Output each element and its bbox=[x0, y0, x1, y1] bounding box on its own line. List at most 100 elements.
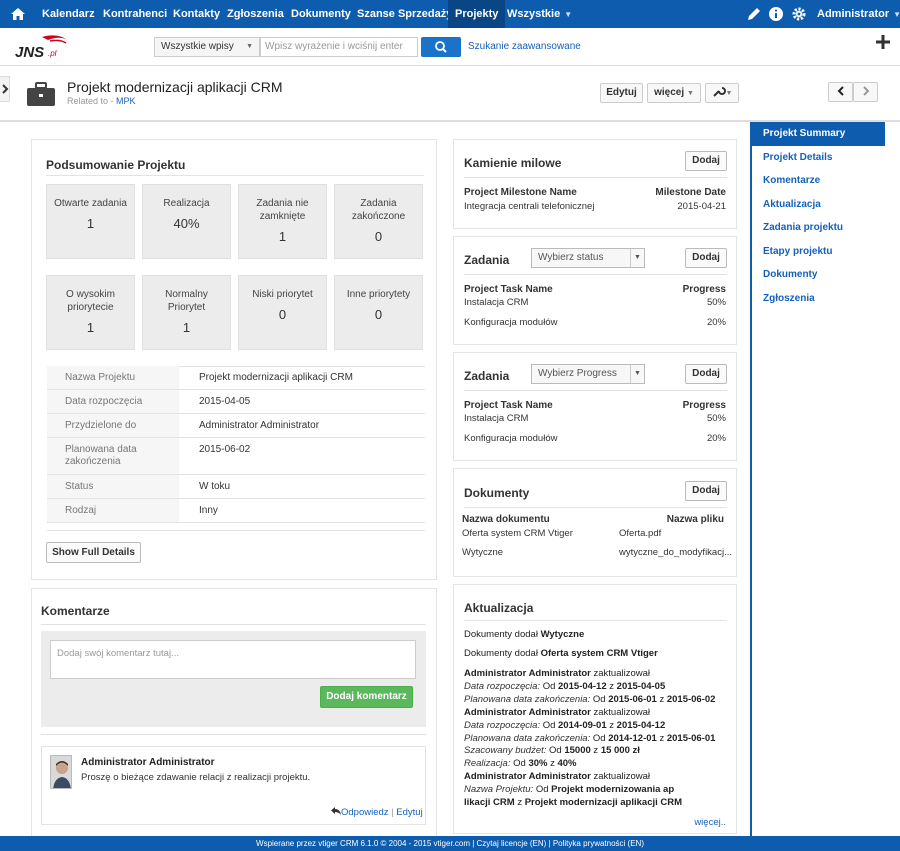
gear-icon[interactable] bbox=[791, 6, 807, 22]
update-user: Administrator Administrator bbox=[464, 771, 591, 782]
word-from: Od bbox=[535, 783, 549, 795]
user-avatar-icon bbox=[53, 761, 71, 788]
update-field: Data rozpoczęcia bbox=[464, 719, 538, 731]
tile-label: Zadania zakończone bbox=[351, 198, 406, 222]
advanced-search-link[interactable]: Szukanie zaawansowane bbox=[468, 41, 581, 52]
nav-szanse[interactable]: Szanse Sprzedaży bbox=[357, 0, 452, 28]
chevron-down-icon: ▼ bbox=[246, 43, 253, 50]
reply-link[interactable]: Odpowiedz bbox=[341, 807, 389, 818]
add-task-button[interactable]: Dodaj bbox=[685, 364, 727, 384]
wrench-icon bbox=[712, 87, 726, 98]
document-link[interactable]: Oferta system CRM Vtiger bbox=[462, 528, 573, 539]
add-milestone-button[interactable]: Dodaj bbox=[685, 151, 727, 171]
detail-label: Status bbox=[47, 475, 179, 498]
update-user: Administrator Administrator bbox=[464, 707, 591, 718]
home-icon[interactable] bbox=[10, 6, 26, 22]
footer: Wspierane przez vtiger CRM 6.1.0 © 2004 … bbox=[0, 836, 900, 851]
edit-comment-link[interactable]: Edytuj bbox=[396, 807, 422, 818]
detail-row: Rodzaj Inny bbox=[47, 499, 425, 523]
tile-realization: Realizacja 40% bbox=[142, 184, 231, 259]
edit-button[interactable]: Edytuj bbox=[600, 83, 643, 103]
prev-record-button[interactable] bbox=[828, 82, 853, 102]
more-updates-link[interactable]: więcej.. bbox=[694, 817, 726, 828]
sidebar-item-tasks[interactable]: Zadania projektu bbox=[752, 216, 900, 240]
add-task-button[interactable]: Dodaj bbox=[685, 248, 727, 268]
update-entry: Dokumenty dodał Oferta system CRM Vtiger bbox=[464, 648, 658, 661]
related-to: Related to - MPK bbox=[67, 96, 136, 106]
tile-unclosed-tasks: Zadania nie zamknięte 1 bbox=[238, 184, 327, 259]
search-button[interactable] bbox=[421, 37, 461, 57]
divider bbox=[464, 390, 727, 391]
info-icon[interactable] bbox=[768, 6, 784, 22]
add-document-button[interactable]: Dodaj bbox=[685, 481, 727, 501]
task-progress-header: Progress bbox=[682, 400, 726, 411]
updates-widget: Aktualizacja Dokumenty dodał Wytyczne Do… bbox=[453, 584, 737, 834]
detail-value: W toku bbox=[199, 481, 231, 492]
chevron-down-icon: ▼ bbox=[564, 10, 573, 19]
task-link[interactable]: Konfiguracja modułów bbox=[464, 433, 557, 444]
search-scope-select[interactable]: Wszystkie wpisy ▼ bbox=[154, 37, 260, 57]
document-link[interactable]: Wytyczne bbox=[462, 547, 503, 558]
sidebar-item-details[interactable]: Projekt Details bbox=[752, 146, 900, 170]
nav-zgloszenia[interactable]: Zgłoszenia bbox=[227, 0, 284, 28]
update-action: zaktualizował bbox=[590, 771, 650, 782]
nav-kontrahenci[interactable]: Kontrahenci bbox=[103, 0, 167, 28]
update-user: Administrator Administrator bbox=[464, 668, 591, 679]
task-link[interactable]: Konfiguracja modułów bbox=[464, 317, 557, 328]
divider bbox=[41, 624, 426, 625]
tile-value: 1 bbox=[278, 229, 287, 244]
sidebar-item-updates[interactable]: Aktualizacja bbox=[752, 193, 900, 217]
status-filter-value: Wybierz status bbox=[538, 252, 604, 263]
assigned-user-link[interactable]: Administrator Administrator bbox=[199, 420, 319, 431]
user-menu[interactable]: Administrator ▼ bbox=[817, 0, 900, 28]
task-name-header: Project Task Name bbox=[464, 400, 553, 411]
tile-value: 1 bbox=[182, 320, 191, 335]
comment-textarea[interactable]: Dodaj swój komentarz tutaj... bbox=[50, 640, 416, 679]
sidebar-item-tickets[interactable]: Zgłoszenia bbox=[752, 287, 900, 311]
sidebar-toggle[interactable] bbox=[0, 76, 10, 102]
task-link[interactable]: Instalacja CRM bbox=[464, 413, 528, 424]
new-value: 2015-06-01 bbox=[666, 732, 716, 744]
show-full-details-button[interactable]: Show Full Details bbox=[46, 542, 141, 563]
company-logo[interactable]: JNS .pl bbox=[12, 33, 72, 61]
tools-button[interactable]: ▼ bbox=[705, 83, 739, 103]
nav-kontakty[interactable]: Kontakty bbox=[173, 0, 220, 28]
task-link[interactable]: Instalacja CRM bbox=[464, 297, 528, 308]
sidebar-item-comments[interactable]: Komentarze bbox=[752, 169, 900, 193]
user-menu-label: Administrator bbox=[817, 8, 890, 20]
sidebar-item-milestones[interactable]: Etapy projektu bbox=[752, 240, 900, 264]
nav-wszystkie[interactable]: Wszystkie ▼ bbox=[507, 0, 572, 28]
status-filter-select[interactable]: Wybierz status ▼ bbox=[531, 248, 645, 268]
new-value: 40% bbox=[557, 758, 577, 770]
more-button[interactable]: więcej ▼ bbox=[647, 83, 701, 103]
briefcase-icon bbox=[27, 82, 55, 106]
top-navigation: Kalendarz Kontrahenci Kontakty Zgłoszeni… bbox=[0, 0, 900, 28]
more-button-label: więcej bbox=[654, 87, 685, 98]
nav-wszystkie-label: Wszystkie bbox=[507, 8, 561, 20]
tile-value: 0 bbox=[374, 229, 383, 244]
pencil-icon[interactable] bbox=[746, 6, 762, 22]
update-prefix: Dokumenty dodał bbox=[464, 629, 541, 640]
nav-kalendarz[interactable]: Kalendarz bbox=[42, 0, 95, 28]
new-value: 2015-04-05 bbox=[616, 680, 666, 692]
tile-label: Normalny Priorytet bbox=[165, 289, 208, 313]
add-comment-button[interactable]: Dodaj komentarz bbox=[320, 686, 413, 708]
related-link[interactable]: MPK bbox=[116, 96, 136, 106]
sidebar-item-documents[interactable]: Dokumenty bbox=[752, 263, 900, 287]
detail-value: Inny bbox=[199, 505, 218, 516]
progress-filter-select[interactable]: Wybierz Progress ▼ bbox=[531, 364, 645, 384]
tile-value: 1 bbox=[86, 216, 95, 231]
search-scope-value: Wszystkie wpisy bbox=[161, 41, 234, 52]
divider bbox=[47, 530, 425, 531]
sidebar-item-summary[interactable]: Projekt Summary bbox=[752, 122, 885, 146]
next-record-button[interactable] bbox=[853, 82, 878, 102]
chevron-right-icon bbox=[862, 86, 869, 97]
plus-icon[interactable] bbox=[876, 35, 890, 49]
milestones-widget: Kamienie milowe Dodaj Project Milestone … bbox=[453, 139, 737, 229]
nav-projekty[interactable]: Projekty bbox=[448, 0, 506, 28]
tile-value: 0 bbox=[374, 307, 383, 322]
nav-dokumenty[interactable]: Dokumenty bbox=[291, 0, 351, 28]
milestone-link[interactable]: Integracja centrali telefonicznej bbox=[464, 201, 594, 212]
search-input[interactable]: Wpisz wyrażenie i wciśnij enter bbox=[260, 37, 418, 57]
chevron-left-icon bbox=[837, 86, 844, 97]
